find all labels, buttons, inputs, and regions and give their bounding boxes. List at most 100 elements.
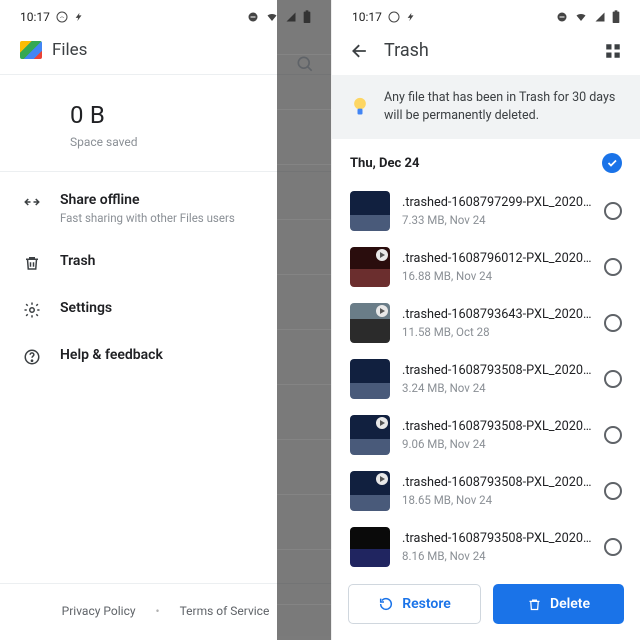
menu-sublabel: Fast sharing with other Files users <box>60 211 309 225</box>
play-badge-icon <box>376 249 388 261</box>
trash-file-row[interactable]: .trashed-1608796012-PXL_20201… 16.88 MB,… <box>332 239 640 295</box>
trash-topbar: Trash <box>332 30 640 75</box>
file-select-radio[interactable] <box>604 314 622 332</box>
menu-help[interactable]: Help & feedback <box>0 333 331 380</box>
lightbulb-icon <box>350 89 370 125</box>
space-saved-value: 0 B <box>70 101 331 129</box>
menu-trash[interactable]: Trash <box>0 239 331 286</box>
status-time: 10:17 <box>20 10 50 24</box>
file-info: 9.06 MB, Nov 24 <box>402 437 592 451</box>
file-thumbnail <box>350 247 390 287</box>
restore-icon <box>378 596 394 612</box>
search-icon[interactable] <box>295 54 315 74</box>
file-thumbnail <box>350 415 390 455</box>
menu-share-offline[interactable]: Share offline Fast sharing with other Fi… <box>0 178 331 239</box>
files-logo-icon <box>20 41 42 59</box>
trash-icon <box>22 254 42 272</box>
file-meta: .trashed-1608793508-PXL_20201… 9.06 MB, … <box>402 419 592 451</box>
trash-file-row[interactable]: .trashed-1608793643-PXL_20201… 11.58 MB,… <box>332 295 640 351</box>
space-saved-hero: 0 B Space saved <box>0 75 331 171</box>
trash-file-list[interactable]: .trashed-1608797299-PXL_20201… 7.33 MB, … <box>332 183 640 574</box>
menu-settings[interactable]: Settings <box>0 286 331 333</box>
file-name: .trashed-1608793508-PXL_20201… <box>402 475 592 490</box>
menu-label: Settings <box>60 300 309 316</box>
privacy-link[interactable]: Privacy Policy <box>62 604 136 618</box>
file-name: .trashed-1608793508-PXL_20201… <box>402 419 592 434</box>
terms-link[interactable]: Terms of Service <box>180 604 270 618</box>
vpn-icon <box>388 11 400 23</box>
menu-label: Trash <box>60 253 309 269</box>
file-name: .trashed-1608796012-PXL_20201… <box>402 251 592 266</box>
file-info: 16.88 MB, Nov 24 <box>402 269 592 283</box>
restore-button[interactable]: Restore <box>348 584 481 624</box>
date-section-header: Thu, Dec 24 <box>332 139 640 183</box>
vpn-icon <box>56 11 68 23</box>
file-meta: .trashed-1608793508-PXL_20201… 8.16 MB, … <box>402 531 592 563</box>
banner-text: Any file that has been in Trash for 30 d… <box>384 89 622 125</box>
bolt-icon <box>74 11 84 23</box>
signal-icon <box>285 11 297 23</box>
app-title: Files <box>52 40 87 60</box>
delete-button[interactable]: Delete <box>493 584 624 624</box>
wifi-icon <box>265 11 279 23</box>
dot-separator: • <box>156 604 160 618</box>
trash-file-row[interactable]: .trashed-1608793508-PXL_20201… 8.16 MB, … <box>332 519 640 574</box>
grid-view-icon[interactable] <box>604 42 622 60</box>
back-icon[interactable] <box>350 41 370 61</box>
trash-file-row[interactable]: .trashed-1608793508-PXL_20201… 18.65 MB,… <box>332 463 640 519</box>
play-badge-icon <box>376 305 388 317</box>
file-info: 18.65 MB, Nov 24 <box>402 493 592 507</box>
file-info: 3.24 MB, Nov 24 <box>402 381 592 395</box>
delete-label: Delete <box>550 596 590 612</box>
menu-label: Help & feedback <box>60 347 309 363</box>
file-info: 11.58 MB, Oct 28 <box>402 325 592 339</box>
file-info: 7.33 MB, Nov 24 <box>402 213 592 227</box>
file-thumbnail <box>350 191 390 231</box>
trash-info-banner: Any file that has been in Trash for 30 d… <box>332 75 640 139</box>
trash-screen: 10:17 Trash Any file that has been in Tr… <box>332 0 640 640</box>
share-icon <box>22 193 42 211</box>
battery-icon <box>303 10 311 24</box>
signal-icon <box>594 11 606 23</box>
file-name: .trashed-1608793643-PXL_20201… <box>402 307 592 322</box>
file-meta: .trashed-1608797299-PXL_20201… 7.33 MB, … <box>402 195 592 227</box>
app-header: Files <box>0 30 331 74</box>
file-select-radio[interactable] <box>604 482 622 500</box>
drawer-menu: Share offline Fast sharing with other Fi… <box>0 172 331 386</box>
status-bar: 10:17 <box>332 0 640 30</box>
section-date: Thu, Dec 24 <box>350 156 419 171</box>
file-select-radio[interactable] <box>604 538 622 556</box>
file-meta: .trashed-1608793508-PXL_20201… 3.24 MB, … <box>402 363 592 395</box>
dnd-icon <box>247 11 259 23</box>
action-bar: Restore Delete <box>332 574 640 640</box>
file-info: 8.16 MB, Nov 24 <box>402 549 592 563</box>
file-name: .trashed-1608797299-PXL_20201… <box>402 195 592 210</box>
file-thumbnail <box>350 527 390 567</box>
file-name: .trashed-1608793508-PXL_20201… <box>402 531 592 546</box>
status-bar: 10:17 <box>0 0 331 30</box>
trash-file-row[interactable]: .trashed-1608793508-PXL_20201… 9.06 MB, … <box>332 407 640 463</box>
play-badge-icon <box>376 473 388 485</box>
file-thumbnail <box>350 303 390 343</box>
trash-file-row[interactable]: .trashed-1608797299-PXL_20201… 7.33 MB, … <box>332 183 640 239</box>
menu-label: Share offline <box>60 192 309 208</box>
page-title: Trash <box>384 40 429 61</box>
battery-icon <box>612 10 620 24</box>
drawer-screen: 10:17 Files 0 B Space saved Share offlin… <box>0 0 332 640</box>
file-meta: .trashed-1608793643-PXL_20201… 11.58 MB,… <box>402 307 592 339</box>
file-name: .trashed-1608793508-PXL_20201… <box>402 363 592 378</box>
file-select-radio[interactable] <box>604 258 622 276</box>
trash-file-row[interactable]: .trashed-1608793508-PXL_20201… 3.24 MB, … <box>332 351 640 407</box>
file-meta: .trashed-1608796012-PXL_20201… 16.88 MB,… <box>402 251 592 283</box>
file-select-radio[interactable] <box>604 426 622 444</box>
delete-icon <box>527 597 542 612</box>
bolt-icon <box>406 11 416 23</box>
restore-label: Restore <box>402 596 451 612</box>
file-select-radio[interactable] <box>604 370 622 388</box>
wifi-icon <box>574 11 588 23</box>
select-all-check[interactable] <box>602 153 622 173</box>
file-thumbnail <box>350 359 390 399</box>
file-select-radio[interactable] <box>604 202 622 220</box>
file-thumbnail <box>350 471 390 511</box>
space-saved-label: Space saved <box>70 135 331 149</box>
